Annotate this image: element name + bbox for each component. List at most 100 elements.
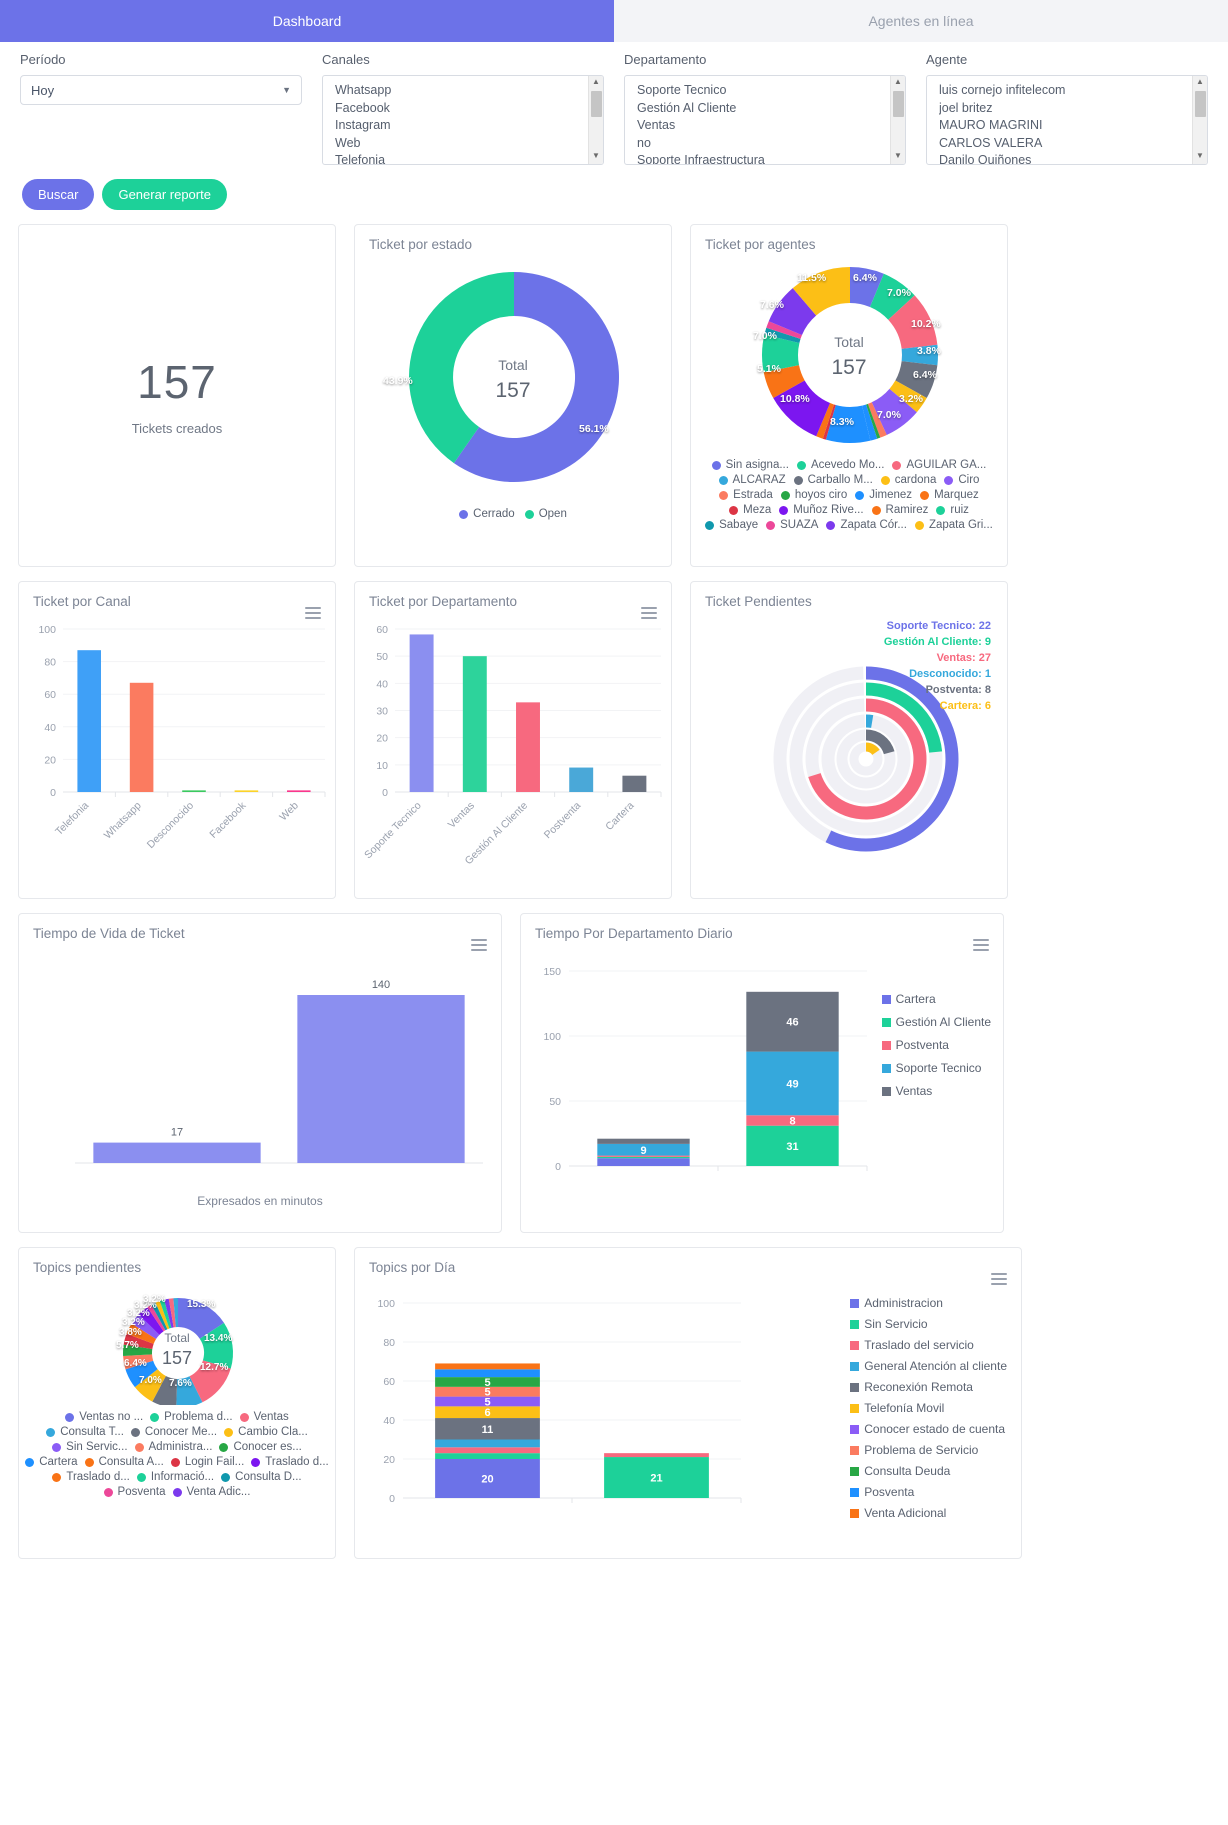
legend-item[interactable]: Consulta D... [221,1471,302,1483]
agente-scrollbar[interactable]: ▲ ▼ [1192,76,1207,164]
legend-item[interactable]: Sin Servicio [850,1317,1007,1331]
list-item[interactable]: Facebook [335,100,585,118]
canales-scrollbar[interactable]: ▲ ▼ [588,76,603,164]
legend-item[interactable]: Zapata Cór... [826,519,907,531]
legend-item[interactable]: Open [524,508,567,520]
tab-dashboard[interactable]: Dashboard [0,0,614,42]
bar[interactable] [129,682,154,792]
buscar-button[interactable]: Buscar [22,179,95,210]
legend-item[interactable]: Soporte Tecnico [881,1061,991,1075]
legend-item[interactable]: Venta Adicional [850,1506,1007,1520]
chart-menu-icon[interactable] [973,936,989,954]
bar-chart-canal[interactable]: 0 20 40 60 80 100 Telefonia Whatsapp Desconocido… [19,609,336,884]
legend-item[interactable]: Ventas [239,1411,289,1423]
legend-item[interactable]: Ventas no ... [65,1411,143,1423]
list-item[interactable]: MAURO MAGRINI [939,117,1189,135]
list-item[interactable]: Whatsapp [335,82,585,100]
legend-item[interactable]: Cartera [881,992,991,1006]
bar[interactable] [182,790,206,792]
bar-chart-departamento[interactable]: 0102030405060Soporte Tecnico VentasGestió… [355,609,672,884]
legend-item[interactable]: Estrada [719,489,773,501]
legend-item[interactable]: Marquez [920,489,979,501]
donut-ticket-agentes[interactable]: Total 157 6.4% 7.0% 10.2% 3.8% 6.4% 3.2%… [691,252,1007,457]
stacked-segment[interactable] [597,1138,690,1144]
chart-menu-icon[interactable] [471,936,487,954]
legend-item[interactable]: Conocer Me... [130,1426,217,1438]
legend-item[interactable]: Consulta Deuda [850,1464,1007,1478]
tab-agentes-en-linea[interactable]: Agentes en línea [614,0,1228,42]
list-item[interactable]: Danilo Quiñones [939,152,1189,164]
canales-listbox[interactable]: Whatsapp Facebook Instagram Web Telefoni… [322,75,604,165]
legend-item[interactable]: cardona [880,474,936,486]
legend-item[interactable]: ruiz [936,504,969,516]
scroll-up-icon[interactable]: ▲ [894,76,902,89]
legend-item[interactable]: Sabaye [705,519,758,531]
stacked-segment[interactable] [435,1447,540,1454]
bar[interactable] [409,634,434,792]
legend-item[interactable]: AGUILAR GA... [892,459,986,471]
scrollbar-thumb[interactable] [590,91,602,117]
bar[interactable] [234,790,259,792]
legend-item[interactable]: Problema de Servicio [850,1443,1007,1457]
legend-item[interactable]: SUAZA [766,519,818,531]
chart-menu-icon[interactable] [305,604,321,622]
legend-item[interactable]: Sin asigna... [711,459,789,471]
stacked-segment[interactable] [435,1439,540,1448]
legend-item[interactable]: Cambio Cla... [224,1426,308,1438]
stacked-segment[interactable] [435,1363,540,1370]
scrollbar-thumb[interactable] [892,91,904,117]
bar[interactable] [569,767,594,792]
bar-chart-tiempo-vida[interactable]: 17 140 [19,941,502,1191]
bar[interactable] [287,790,311,792]
legend-item[interactable]: Muñoz Rive... [779,504,864,516]
legend-item[interactable]: Ciro [944,474,979,486]
list-item[interactable]: Telefonia [335,152,585,164]
donut-ticket-estado[interactable]: Total 157 56.1% 43.9% [355,252,671,502]
donut-topics-pendientes[interactable]: Total 157 15.3% 13.4% 12.7% 7.6% 7.0% 6.… [19,1275,335,1408]
bar[interactable] [462,656,487,792]
legend-item[interactable]: Conocer es... [219,1441,302,1453]
legend-item[interactable]: Cerrado [459,508,515,520]
legend-item[interactable]: Administra... [134,1441,212,1453]
legend-item[interactable]: Gestión Al Cliente [881,1015,991,1029]
legend-item[interactable]: Sin Servic... [52,1441,128,1453]
legend-item[interactable]: Carballo M... [793,474,873,486]
stacked-bar-topics-dia[interactable]: 0204060801002011655521 [355,1275,755,1540]
legend-item[interactable]: Posventa [103,1486,166,1498]
departamento-listbox[interactable]: Soporte Tecnico Gestión Al Cliente Venta… [624,75,906,165]
scrollbar-thumb[interactable] [1194,91,1206,117]
legend-item[interactable]: Telefonía Movil [850,1401,1007,1415]
legend-item[interactable]: ALCARAZ [718,474,786,486]
stacked-bar-tiempo-depto[interactable]: 0 50 100 150 9 31 8 49 46 [521,941,881,1206]
list-item[interactable]: Soporte Infraestructura [637,152,887,164]
legend-item[interactable]: Login Fail... [170,1456,244,1468]
legend-item[interactable]: Cartera [25,1456,78,1468]
stacked-segment[interactable] [604,1453,709,1458]
departamento-scrollbar[interactable]: ▲ ▼ [890,76,905,164]
stacked-segment[interactable] [597,1156,690,1159]
bar[interactable] [93,1142,261,1163]
agente-listbox[interactable]: luis cornejo infitelecom joel britez MAU… [926,75,1208,165]
legend-item[interactable]: Consulta A... [84,1456,164,1468]
scroll-down-icon[interactable]: ▼ [894,150,902,163]
scroll-down-icon[interactable]: ▼ [1196,150,1204,163]
legend-item[interactable]: Venta Adic... [172,1486,250,1498]
legend-item[interactable]: Zapata Gri... [914,519,993,531]
bar[interactable] [516,702,540,792]
list-item[interactable]: Gestión Al Cliente [637,100,887,118]
legend-item[interactable]: Posventa [850,1485,1007,1499]
chart-menu-icon[interactable] [641,604,657,622]
stacked-segment[interactable] [597,1158,690,1166]
legend-item[interactable]: Ventas [881,1084,991,1098]
scroll-up-icon[interactable]: ▲ [1196,76,1204,89]
bar[interactable] [622,775,647,792]
list-item[interactable]: no [637,135,887,153]
legend-item[interactable]: Traslado d... [52,1471,130,1483]
legend-item[interactable]: Conocer estado de cuenta [850,1422,1007,1436]
legend-item[interactable]: Consulta T... [46,1426,124,1438]
legend-item[interactable]: Postventa [881,1038,991,1052]
list-item[interactable]: CARLOS VALERA [939,135,1189,153]
legend-item[interactable]: Traslado d... [251,1456,329,1468]
bar[interactable] [297,995,465,1163]
stacked-segment[interactable] [435,1369,540,1378]
